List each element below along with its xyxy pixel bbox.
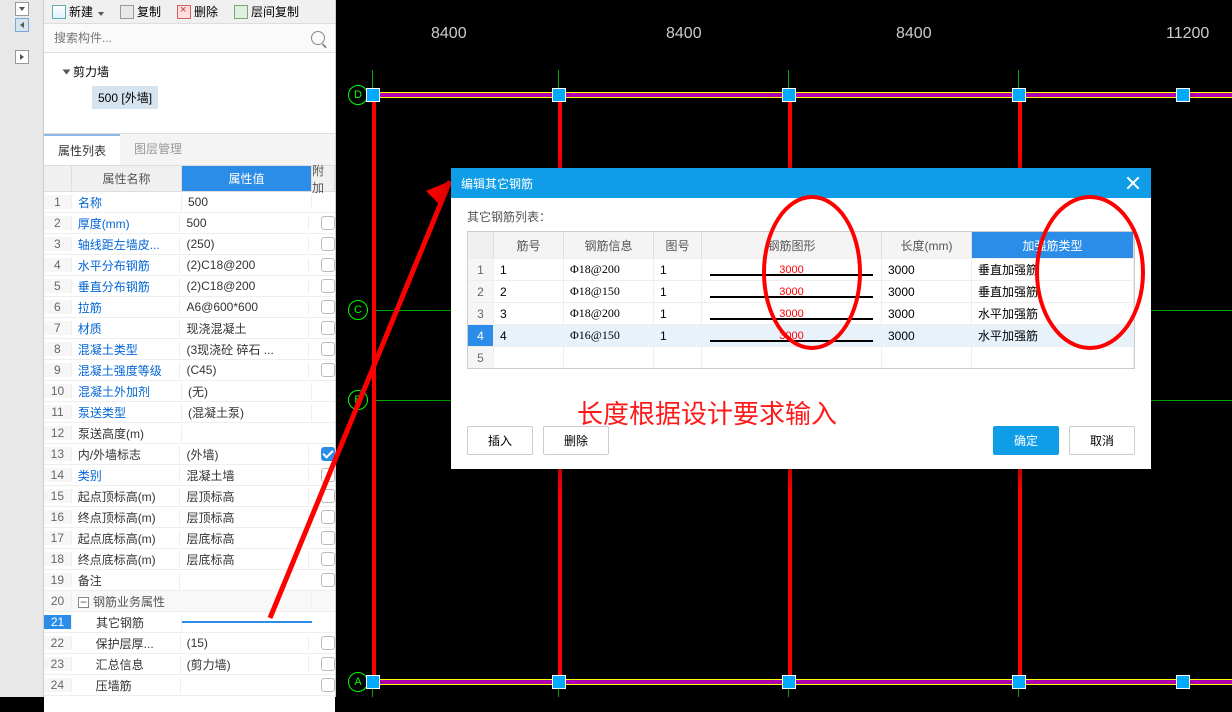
tab-layers[interactable]: 图层管理	[120, 134, 196, 165]
new-label: 新建	[69, 3, 93, 20]
layercopy-icon	[234, 5, 248, 19]
annotation-arrow	[270, 173, 480, 626]
delete-label: 删除	[194, 3, 218, 20]
col-rebar-info[interactable]: 钢筋信息	[564, 232, 654, 258]
property-row[interactable]: 22保护层厚...(15)	[44, 633, 335, 654]
component-tree: 剪力墙 500 [外墙]	[44, 53, 335, 133]
panel-control[interactable]	[15, 50, 29, 64]
dimension-text: 11200	[1166, 25, 1209, 43]
panel-control[interactable]	[15, 18, 29, 32]
col-figure-number[interactable]: 图号	[654, 232, 702, 258]
caret-icon	[63, 69, 71, 74]
delete-icon	[177, 5, 191, 19]
dimension-text: 8400	[896, 25, 932, 43]
attach-checkbox[interactable]	[321, 657, 335, 671]
layercopy-button[interactable]: 层间复制	[230, 1, 303, 22]
property-row[interactable]: 23汇总信息(剪力墙)	[44, 654, 335, 675]
annotation-text: 长度根据设计要求输入	[577, 394, 1232, 431]
attach-checkbox[interactable]	[321, 678, 335, 692]
dialog-titlebar[interactable]: 编辑其它钢筋	[451, 168, 1151, 198]
col-bar-number[interactable]: 筋号	[494, 232, 564, 258]
table-row[interactable]: 5	[468, 346, 1134, 368]
tree-node-root[interactable]: 剪力墙	[64, 63, 323, 80]
header-name: 属性名称	[72, 166, 182, 191]
search-input[interactable]	[50, 27, 311, 49]
copy-button[interactable]: 复制	[116, 1, 165, 22]
close-icon[interactable]	[1125, 175, 1141, 191]
dimension-text: 8400	[666, 25, 702, 43]
dialog-title: 编辑其它钢筋	[461, 175, 533, 192]
tab-properties[interactable]: 属性列表	[44, 134, 120, 165]
tree-leaf-selected[interactable]: 500 [外墙]	[92, 86, 158, 109]
delete-button[interactable]: 删除	[173, 1, 222, 22]
annotation-circle	[762, 195, 862, 350]
axis-label: D	[348, 85, 368, 105]
attach-checkbox[interactable]	[321, 636, 335, 650]
insert-button[interactable]: 插入	[467, 426, 533, 455]
panel-collapse-control[interactable]	[15, 2, 29, 16]
layercopy-label: 层间复制	[251, 3, 299, 20]
copy-icon	[120, 5, 134, 19]
new-button[interactable]: 新建	[48, 1, 108, 22]
dimension-text: 8400	[431, 25, 467, 43]
new-icon	[52, 5, 66, 19]
panel-tabs: 属性列表 图层管理	[44, 133, 335, 166]
axis-label: A	[348, 672, 368, 692]
search-icon[interactable]	[311, 31, 325, 45]
copy-label: 复制	[137, 3, 161, 20]
col-length[interactable]: 长度(mm)	[882, 232, 972, 258]
dropdown-icon	[96, 5, 104, 19]
annotation-circle	[1035, 195, 1145, 350]
tree-root-label: 剪力墙	[73, 63, 109, 80]
property-row[interactable]: 24压墙筋	[44, 675, 335, 696]
component-toolbar: 新建 复制 删除 层间复制	[44, 0, 335, 24]
